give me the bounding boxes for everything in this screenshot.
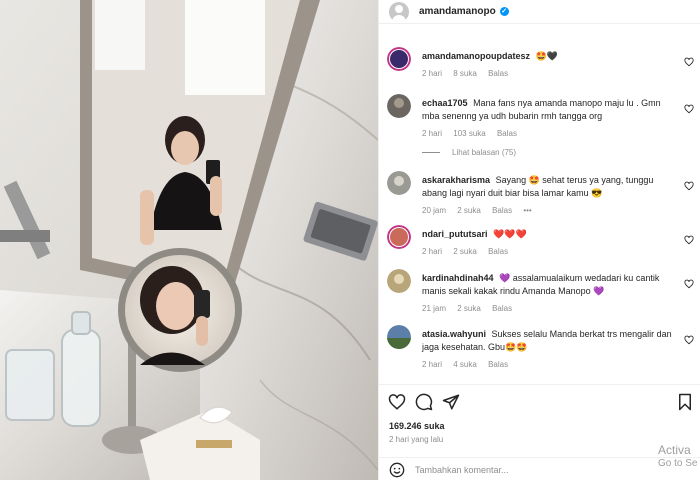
comment-text: 🤩🖤 — [535, 51, 558, 61]
comment-icon[interactable] — [415, 393, 433, 411]
comment-likes[interactable]: 103 suka — [453, 129, 485, 138]
comment-likes[interactable]: 2 suka — [457, 304, 481, 313]
post-side-panel: amandamanopo ✓ amandamanopoupdatesz 🤩🖤 2… — [378, 0, 700, 480]
comment-username[interactable]: ndari_pututsari — [422, 229, 488, 239]
comment-likes[interactable]: 2 suka — [457, 206, 481, 215]
post-actions: 169.246 suka 2 hari yang lalu — [379, 384, 700, 480]
likes-count[interactable]: 169.246 suka — [389, 421, 445, 431]
commenter-avatar[interactable] — [387, 171, 411, 195]
reply-button[interactable]: Balas — [488, 69, 508, 78]
activate-windows-watermark: Activa Go to Se — [658, 443, 700, 471]
comment-username[interactable]: atasia.wahyuni — [422, 329, 486, 339]
author-username[interactable]: amandamanopo — [419, 6, 496, 17]
heart-icon[interactable] — [388, 393, 406, 411]
comment-time[interactable]: 21 jam — [422, 304, 446, 313]
watermark-line-2: Go to Se — [658, 458, 698, 469]
like-comment-heart-icon[interactable] — [684, 235, 694, 245]
commenter-avatar[interactable] — [387, 47, 411, 71]
comment-input[interactable] — [415, 464, 595, 475]
comment-likes[interactable]: 2 suka — [453, 247, 477, 256]
post-time[interactable]: 2 hari yang lalu — [389, 435, 443, 444]
more-options-icon[interactable]: ••• — [523, 206, 531, 215]
reply-button[interactable]: Balas — [492, 304, 512, 313]
like-comment-heart-icon[interactable] — [684, 104, 694, 114]
comment-time[interactable]: 20 jam — [422, 206, 446, 215]
view-replies-link[interactable]: Lihat balasan (75) — [422, 148, 516, 157]
like-comment-heart-icon[interactable] — [684, 181, 694, 191]
view-replies-label[interactable]: Lihat balasan (75) — [452, 148, 516, 157]
comment-username[interactable]: kardinahdinah44 — [422, 273, 494, 283]
commenter-avatar[interactable] — [387, 225, 411, 249]
add-comment-bar — [379, 457, 700, 480]
reply-button[interactable]: Balas — [497, 129, 517, 138]
comment-time[interactable]: 2 hari — [422, 247, 442, 256]
like-comment-heart-icon[interactable] — [684, 57, 694, 67]
replies-divider — [422, 152, 440, 153]
author-avatar[interactable] — [389, 1, 409, 22]
commenter-avatar[interactable] — [387, 269, 411, 293]
commenter-avatar[interactable] — [387, 94, 411, 118]
post-photo[interactable] — [0, 0, 378, 480]
reply-button[interactable]: Balas — [488, 247, 508, 256]
comment-likes[interactable]: 8 suka — [453, 69, 477, 78]
comments-list: amandamanopoupdatesz 🤩🖤 2 hari 8 suka Ba… — [379, 40, 700, 385]
reply-button[interactable]: Balas — [492, 206, 512, 215]
photo-illustration — [0, 0, 378, 480]
commenter-avatar[interactable] — [387, 325, 411, 349]
emoji-icon[interactable] — [389, 462, 405, 478]
comment-likes[interactable]: 4 suka — [453, 360, 477, 369]
comment-time[interactable]: 2 hari — [422, 360, 442, 369]
comment-username[interactable]: echaa1705 — [422, 98, 468, 108]
bookmark-icon[interactable] — [676, 393, 694, 411]
verified-badge-icon: ✓ — [499, 7, 509, 16]
post-header: amandamanopo ✓ — [379, 0, 700, 24]
like-comment-heart-icon[interactable] — [684, 279, 694, 289]
comment-text: ❤️❤️❤️ — [493, 229, 527, 239]
watermark-line-1: Activa — [658, 443, 691, 457]
comment-username[interactable]: amandamanopoupdatesz — [422, 51, 530, 61]
share-icon[interactable] — [442, 393, 460, 411]
comment-time[interactable]: 2 hari — [422, 69, 442, 78]
reply-button[interactable]: Balas — [488, 360, 508, 369]
like-comment-heart-icon[interactable] — [684, 335, 694, 345]
comment-username[interactable]: askarakharisma — [422, 175, 490, 185]
comment-time[interactable]: 2 hari — [422, 129, 442, 138]
